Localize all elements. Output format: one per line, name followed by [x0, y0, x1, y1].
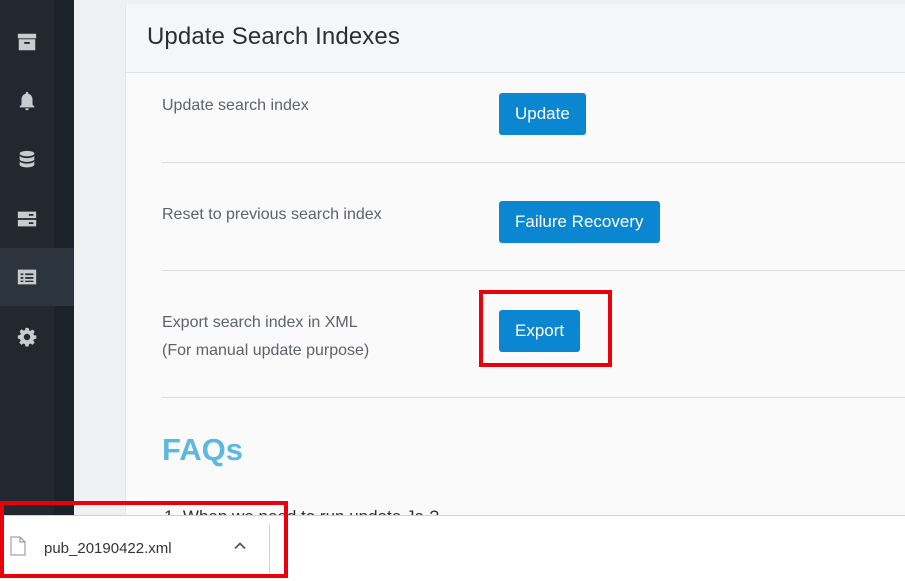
sidebar-item-settings[interactable] — [0, 308, 54, 366]
bell-icon — [19, 91, 35, 111]
sidebar-item-archive[interactable] — [0, 13, 54, 71]
failure-recovery-button[interactable]: Failure Recovery — [499, 201, 660, 243]
reset-row-label: Reset to previous search index — [162, 206, 382, 223]
sidebar-item-server[interactable] — [0, 190, 54, 248]
faq-heading: FAQs — [162, 432, 243, 467]
page-title: Update Search Indexes — [147, 23, 400, 50]
gear-icon — [17, 327, 37, 347]
sidebar-item-notifications[interactable] — [0, 72, 54, 130]
card-header: Update Search Indexes — [126, 4, 905, 73]
download-highlight-box — [0, 501, 288, 578]
export-highlight-box — [479, 290, 612, 367]
row-divider — [162, 397, 905, 398]
export-row-sublabel: (For manual update purpose) — [162, 342, 370, 359]
row-divider — [162, 162, 905, 163]
update-button[interactable]: Update — [499, 93, 586, 135]
sidebar — [0, 0, 72, 580]
export-row-label: Export search index in XML — [162, 314, 358, 331]
search-index-card: Update Search Indexes Update search inde… — [125, 4, 905, 526]
sidebar-active-indicator — [54, 248, 74, 306]
server-icon — [17, 211, 37, 227]
sidebar-item-database[interactable] — [0, 131, 54, 189]
row-divider — [162, 270, 905, 271]
archive-icon — [17, 33, 37, 51]
update-row-label: Update search index — [162, 97, 309, 114]
list-icon — [17, 269, 37, 285]
database-icon — [19, 150, 35, 168]
